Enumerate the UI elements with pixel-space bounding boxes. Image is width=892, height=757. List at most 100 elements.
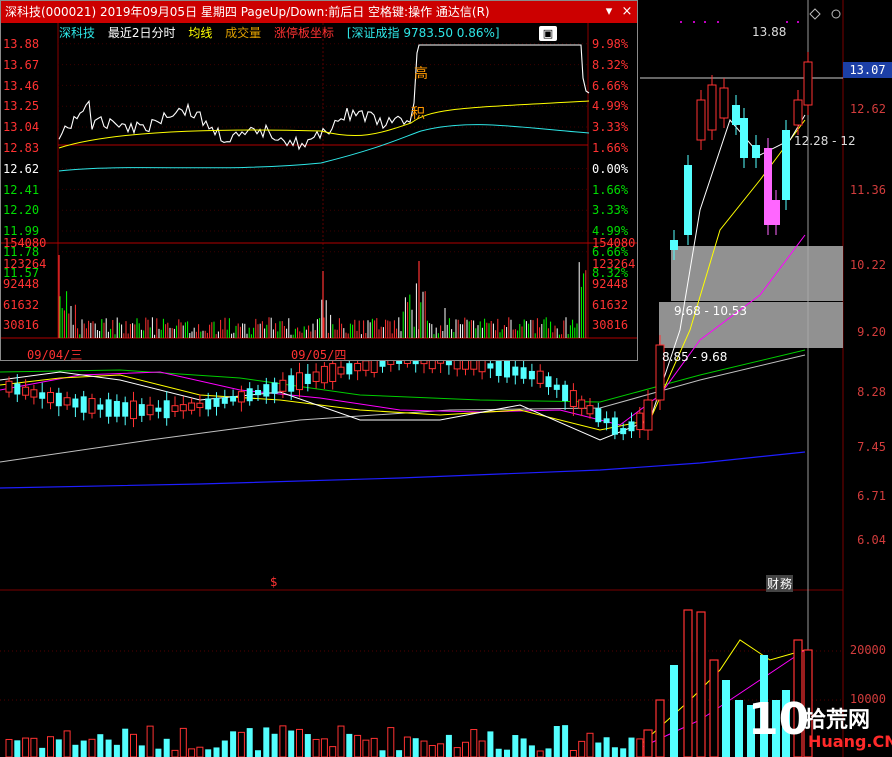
candle-body	[536, 370, 544, 384]
intraday-pct-tick: 8.32%	[592, 57, 629, 72]
intraday-volume-tick: 92448	[3, 277, 40, 291]
candle-body	[146, 404, 154, 416]
candle-body	[14, 383, 21, 395]
volume-bar	[586, 732, 594, 757]
candle-body	[113, 400, 120, 417]
intraday-price-tick: 12.62	[3, 161, 40, 176]
candle-body	[346, 363, 353, 375]
candle-body	[279, 379, 287, 392]
candle-body	[304, 373, 311, 385]
price-line	[58, 44, 590, 151]
price-tick: 6.71	[857, 489, 886, 503]
avg-line	[58, 100, 590, 149]
volume-bar	[403, 736, 411, 757]
volume-bar	[296, 728, 303, 757]
volume-bar	[304, 734, 311, 757]
candle-body	[155, 407, 162, 412]
volume-bar	[683, 609, 693, 757]
volume-bar	[396, 750, 403, 757]
diamond-icon[interactable]	[809, 8, 821, 20]
candle-body	[354, 362, 362, 372]
candle-body	[221, 397, 228, 404]
intraday-volume-tick-right: 123264	[592, 256, 636, 271]
candle-body	[230, 396, 237, 402]
volume-bar	[545, 748, 552, 757]
kline-window[interactable]: 12.62 11.36 10.22 9.20 8.28 7.45 6.71 6.04 13.0…	[0, 0, 892, 757]
dividend-marker[interactable]: $	[270, 575, 278, 589]
volume-bar	[196, 746, 204, 757]
volume-bar	[603, 737, 610, 757]
candle-body	[764, 148, 772, 225]
volume-bar	[179, 727, 187, 757]
intraday-volume-tick: 61632	[3, 297, 40, 312]
candle-body	[296, 372, 303, 391]
candle-body	[55, 392, 62, 407]
candle-body	[312, 371, 320, 382]
candle-body	[5, 380, 13, 393]
intraday-volume-tick: 154080	[3, 236, 47, 250]
candle-body	[337, 366, 345, 375]
intraday-price-tick: 13.04	[3, 120, 40, 135]
finance-marker-2[interactable]: 務	[779, 575, 794, 592]
intraday-popup[interactable]: 深科技(000021) 2019年09月05日 星期四 PageUp/Down:…	[0, 0, 638, 362]
volume-bar	[271, 733, 278, 757]
tag-accumulate: 积	[411, 106, 425, 122]
popup-title: 深科技(000021) 2019年09月05日 星期四 PageUp/Down:…	[5, 5, 490, 19]
candle-body	[569, 390, 577, 407]
chevron-down-icon[interactable]: ▾	[601, 1, 617, 23]
circle-icon[interactable]	[831, 9, 841, 19]
volume-bar	[221, 740, 228, 757]
popup-title-bar[interactable]: 深科技(000021) 2019年09月05日 星期四 PageUp/Down:…	[1, 1, 637, 23]
candle-body	[528, 370, 535, 380]
close-icon[interactable]: ×	[619, 1, 635, 23]
volume-bar	[47, 736, 54, 757]
volume-bar	[569, 749, 577, 757]
price-tick: 8.28	[857, 385, 886, 399]
price-tick: 6.04	[857, 533, 886, 547]
volume-bar	[562, 725, 569, 757]
candle-body	[263, 384, 270, 397]
high-price-label: 13.88	[752, 25, 787, 39]
volume-bar	[620, 748, 627, 757]
watermark-cn: 拾荒网	[804, 708, 871, 733]
volume-bar	[163, 738, 170, 757]
volume-bar	[320, 738, 328, 757]
candle-body	[628, 421, 635, 432]
volume-bar	[362, 739, 370, 757]
candle-body	[772, 200, 780, 225]
intraday-price-tick: 13.88	[3, 37, 40, 51]
volume-bar	[246, 728, 253, 757]
finance-marker[interactable]: 财	[766, 575, 781, 592]
candle-body	[80, 396, 87, 413]
price-tick: 7.45	[857, 440, 886, 454]
volume-bar	[213, 747, 220, 757]
date-label: 09/04/三	[27, 348, 83, 362]
candle-body	[246, 388, 253, 402]
volume-bar	[462, 741, 469, 757]
volume-bar	[337, 725, 345, 757]
candle-body	[130, 400, 137, 420]
volume-bar	[130, 733, 137, 757]
volume-bar	[39, 747, 46, 757]
volume-bar	[88, 738, 96, 757]
candle-body	[553, 384, 560, 390]
candle-body	[578, 399, 586, 409]
volume-bar	[722, 680, 730, 757]
intraday-pct-tick: 3.33%	[592, 203, 629, 218]
candle-body	[752, 145, 760, 158]
candle-body	[163, 400, 170, 419]
volume-bar	[312, 738, 320, 757]
volume-bar	[263, 727, 270, 757]
intraday-volume-tick-right: 30816	[592, 318, 629, 332]
intraday-volume-tick-right: 92448	[592, 277, 629, 291]
intraday-price-tick: 12.83	[3, 141, 40, 155]
intraday-pct-tick: 6.66%	[592, 78, 629, 93]
volume-bar	[735, 700, 743, 757]
candle-body	[171, 405, 179, 412]
candle-body	[520, 367, 527, 379]
candle-body	[271, 382, 278, 394]
volume-bar	[553, 726, 560, 757]
volume-bar	[520, 738, 527, 757]
candle-body	[732, 105, 740, 125]
candle-body	[586, 405, 594, 415]
